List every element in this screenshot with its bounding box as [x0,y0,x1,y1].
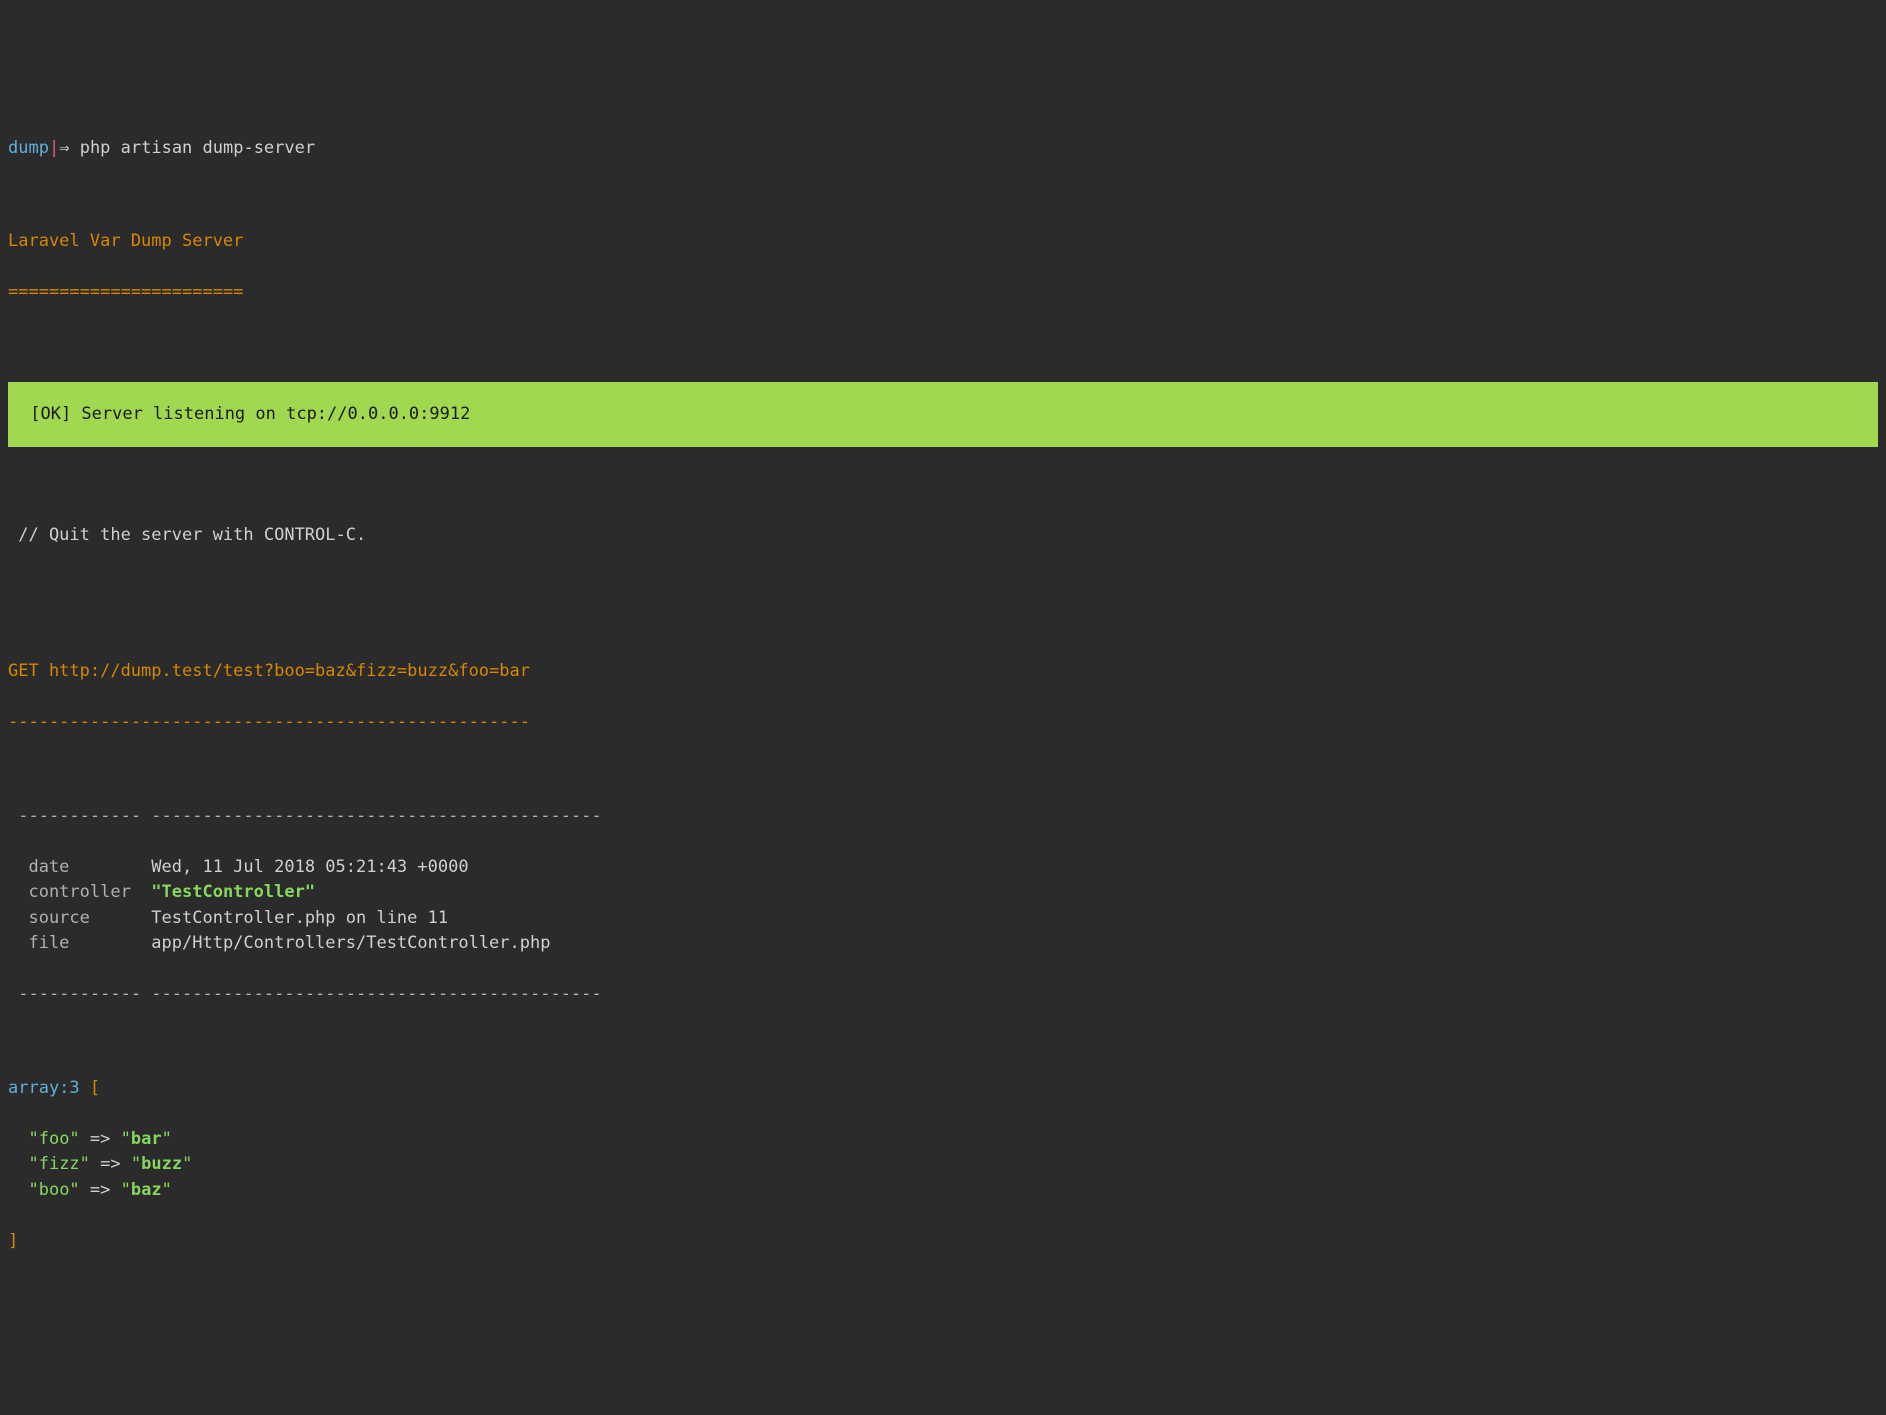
indent [8,1180,28,1200]
bracket-close: ] [8,1229,1878,1255]
arrow-icon: => [80,1129,121,1149]
meta-row: source TestController.php on line 11 [8,906,1878,932]
array-entry: "foo" => "bar" [8,1127,1878,1153]
ok-banner: [OK] Server listening on tcp://0.0.0.0:9… [8,382,1878,448]
prompt-arrow-icon: ⇒ [59,138,69,158]
array-value: bar [131,1129,162,1149]
array-value: baz [131,1180,162,1200]
meta-row: controller "TestController" [8,880,1878,906]
command-text: php artisan dump-server [80,138,315,158]
blank-line [8,481,1878,498]
array-key: "boo" [28,1180,79,1200]
blank-line [8,1033,1878,1050]
blank-line [8,187,1878,204]
arrow-icon: => [80,1180,121,1200]
quote: " [162,1129,172,1149]
request-line: GET http://dump.test/test?boo=baz&fizz=b… [8,659,1878,685]
quote: " [162,1180,172,1200]
blank-line [8,331,1878,348]
quit-hint: // Quit the server with CONTROL-C. [8,523,1878,549]
meta-bottom-border: ------------ ---------------------------… [8,982,1878,1008]
meta-value: TestController.php on line 11 [141,908,448,928]
array-type: array:3 [8,1078,80,1098]
meta-key: source [8,908,141,928]
meta-key: date [8,857,141,877]
meta-top-border: ------------ ---------------------------… [8,804,1878,830]
meta-bottom-right: ----------------------------------------… [141,984,602,1004]
request-dashes: ----------------------------------------… [8,710,1878,736]
prompt-pipe: | [49,138,59,158]
meta-value: Wed, 11 Jul 2018 05:21:43 +0000 [141,857,469,877]
array-entry: "fizz" => "buzz" [8,1152,1878,1178]
quote: " [182,1154,192,1174]
blank-line [8,761,1878,778]
meta-top-right: ----------------------------------------… [141,806,602,826]
bracket-open: [ [80,1078,100,1098]
meta-value: "TestController" [141,882,315,902]
meta-table: date Wed, 11 Jul 2018 05:21:43 +0000 con… [8,855,1878,957]
meta-key: file [8,933,141,953]
prompt-context: dump [8,138,49,158]
meta-value: app/Http/Controllers/TestController.php [141,933,550,953]
server-title: Laravel Var Dump Server [8,229,1878,255]
meta-bottom-left: ------------ [8,984,141,1004]
terminal-output: dump|⇒ php artisan dump-server Laravel V… [8,110,1878,1280]
arrow-icon: => [90,1154,131,1174]
blank-line [8,617,1878,634]
quote: " [121,1129,131,1149]
indent [8,1129,28,1149]
meta-key: controller [8,882,141,902]
array-entry: "boo" => "baz" [8,1178,1878,1204]
array-key: "foo" [28,1129,79,1149]
array-entries: "foo" => "bar" "fizz" => "buzz" "boo" =>… [8,1127,1878,1204]
quote: " [131,1154,141,1174]
blank-line [8,574,1878,591]
prompt-line[interactable]: dump|⇒ php artisan dump-server [8,136,1878,162]
server-title-underline: ======================= [8,280,1878,306]
meta-row: date Wed, 11 Jul 2018 05:21:43 +0000 [8,855,1878,881]
meta-row: file app/Http/Controllers/TestController… [8,931,1878,957]
array-key: "fizz" [28,1154,89,1174]
array-value: buzz [141,1154,182,1174]
meta-top-left: ------------ [8,806,141,826]
quote: " [121,1180,131,1200]
indent [8,1154,28,1174]
array-open-line: array:3 [ [8,1076,1878,1102]
